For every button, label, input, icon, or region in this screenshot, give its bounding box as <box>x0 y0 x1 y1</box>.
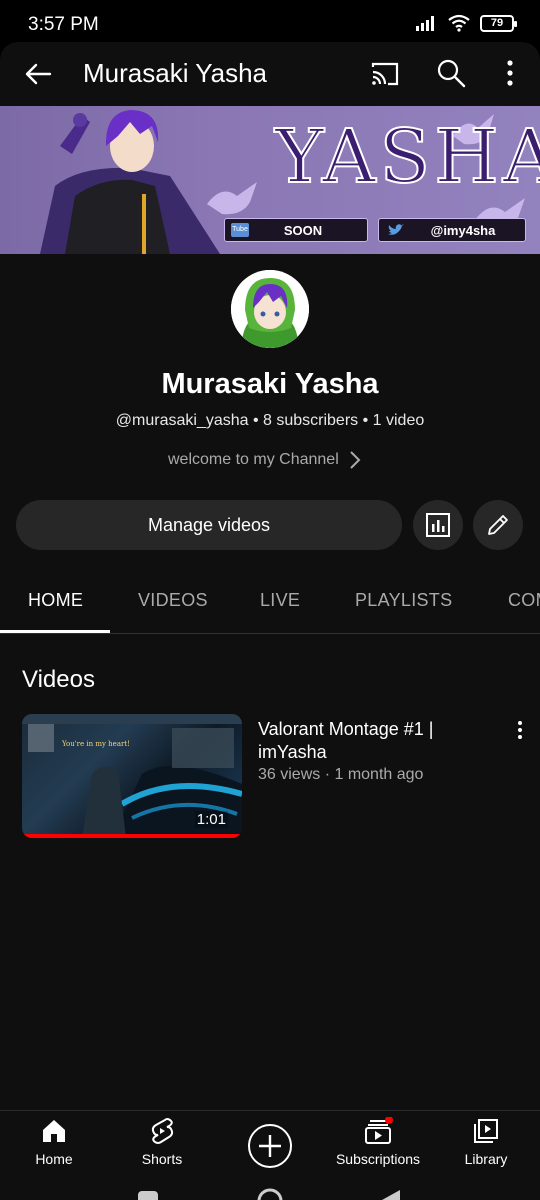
channel-description[interactable]: welcome to my Channel <box>168 450 361 470</box>
video-list-item[interactable]: You're in my heart! 1:01 Valorant Montag… <box>22 714 532 840</box>
video-title[interactable]: Valorant Montage #1 | imYasha <box>258 718 478 764</box>
nav-home-label: Home <box>35 1151 73 1167</box>
section-title: Videos <box>22 666 95 693</box>
banner-pill-label: SOON <box>283 222 323 238</box>
pencil-icon <box>488 515 508 535</box>
youtube-logo-icon: Tube <box>231 223 249 237</box>
edit-channel-button[interactable] <box>473 500 523 550</box>
twitter-icon <box>388 224 404 235</box>
battery-level: 79 <box>490 17 504 29</box>
channel-meta: @murasaki_yasha • 8 subscribers • 1 vide… <box>115 412 425 429</box>
banner-title: YASHA <box>274 113 540 201</box>
more-vert-icon[interactable] <box>496 57 524 89</box>
battery-indicator: 79 <box>480 14 517 32</box>
search-icon[interactable] <box>435 57 467 89</box>
top-bar: Murasaki Yasha <box>0 42 540 106</box>
channel-avatar[interactable] <box>231 270 309 348</box>
create-icon <box>248 1124 292 1168</box>
analytics-icon <box>426 513 450 537</box>
nav-shorts[interactable]: Shorts <box>138 1117 186 1167</box>
video-thumbnail[interactable]: You're in my heart! 1:01 <box>22 714 242 838</box>
dragon-icon <box>207 182 257 215</box>
library-icon <box>474 1119 498 1143</box>
tab-home[interactable]: HOME <box>28 590 83 611</box>
nav-library[interactable]: Library <box>464 1117 508 1167</box>
tab-live[interactable]: LIVE <box>260 590 300 611</box>
back-arrow-icon[interactable] <box>22 58 54 90</box>
banner-youtube-pill: Tube SOON <box>224 218 368 242</box>
page-title: Murasaki Yasha <box>83 58 268 88</box>
banner-pill-label: @imy4sha <box>430 222 496 238</box>
video-meta: 36 views · 1 month ago <box>258 766 424 783</box>
channel-tabs: HOME VIDEOS LIVE PLAYLISTS COM <box>0 582 540 634</box>
channel-banner: YASHA Tube SOON @imy4sha <box>0 106 540 254</box>
watch-progress-bar <box>22 834 242 838</box>
channel-description-text: welcome to my Channel <box>168 451 339 468</box>
wifi-icon <box>448 14 470 32</box>
signal-icon <box>416 16 434 31</box>
active-tab-indicator <box>0 630 110 633</box>
nav-subscriptions[interactable]: Subscriptions <box>335 1117 421 1167</box>
tab-playlists[interactable]: PLAYLISTS <box>355 590 452 611</box>
banner-twitter-pill: @imy4sha <box>378 218 526 242</box>
thumbnail-caption: You're in my heart! <box>62 740 130 748</box>
shorts-icon <box>151 1118 174 1144</box>
subscriptions-icon <box>365 1117 393 1144</box>
back-button-icon[interactable] <box>380 1188 402 1200</box>
recents-button-icon[interactable] <box>137 1190 159 1200</box>
nav-subscriptions-label: Subscriptions <box>335 1151 421 1167</box>
tab-videos[interactable]: VIDEOS <box>138 590 208 611</box>
app-window: Murasaki Yasha YASHA Tube SOON @imy4sha … <box>0 42 540 1200</box>
nav-home[interactable]: Home <box>34 1117 74 1167</box>
nav-shorts-label: Shorts <box>141 1151 183 1167</box>
nav-library-label: Library <box>464 1151 508 1167</box>
system-navigation-bar <box>0 1176 540 1200</box>
chevron-right-icon <box>350 451 361 469</box>
status-icons: 79 <box>416 14 517 32</box>
channel-name: Murasaki Yasha <box>161 368 379 400</box>
status-time: 3:57 PM <box>28 14 99 35</box>
home-icon <box>43 1120 65 1142</box>
video-duration: 1:01 <box>194 811 228 828</box>
video-more-icon[interactable] <box>508 718 532 742</box>
tab-community[interactable]: COM <box>508 590 540 611</box>
avatar-image <box>231 270 309 348</box>
home-button-icon[interactable] <box>256 1187 284 1200</box>
bottom-navigation: Home Shorts Subscriptions Library <box>0 1110 540 1176</box>
nav-create[interactable] <box>247 1123 293 1169</box>
manage-videos-button[interactable]: Manage videos <box>16 500 402 550</box>
status-bar: 3:57 PM 79 <box>0 0 540 48</box>
analytics-button[interactable] <box>413 500 463 550</box>
cast-icon[interactable] <box>369 58 401 90</box>
